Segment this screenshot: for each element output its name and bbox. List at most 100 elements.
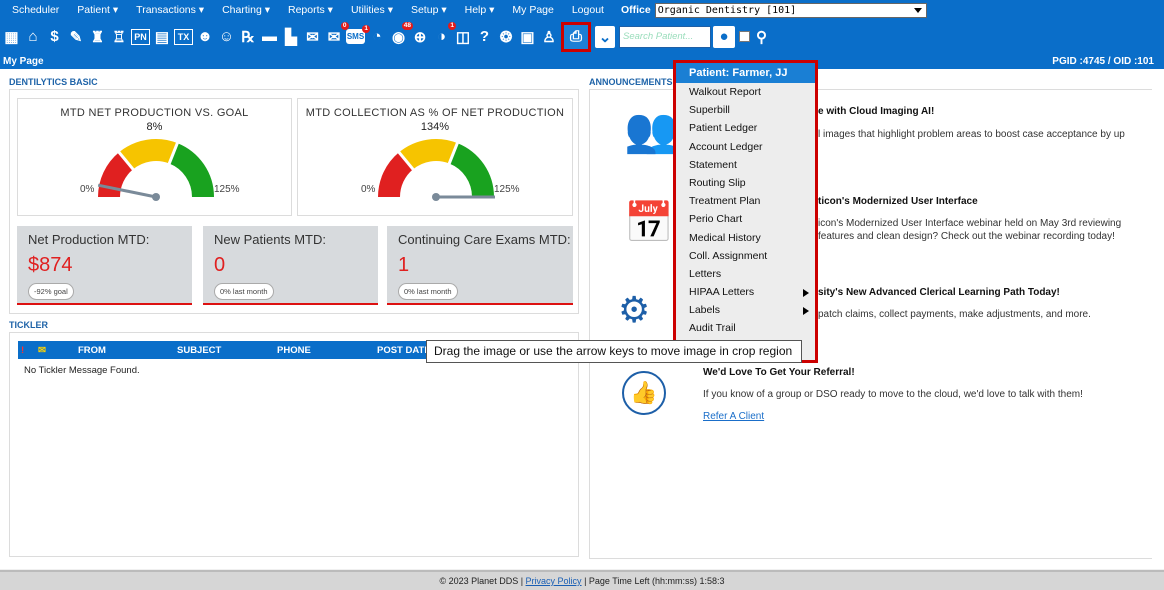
tickler-empty-message: No Tickler Message Found. [24, 365, 140, 376]
clock-icon[interactable]: ◔ [368, 26, 387, 48]
dd-account-ledger[interactable]: Account Ledger [676, 138, 815, 156]
dd-patient-ledger[interactable]: Patient Ledger [676, 119, 815, 137]
menu-reports[interactable]: Reports ▾ [279, 4, 342, 16]
menu-my-page[interactable]: My Page [503, 4, 562, 16]
dd-walkout-report[interactable]: Walkout Report [676, 83, 815, 101]
announcement-heading: ticon's Modernized User Interface [818, 196, 978, 207]
privacy-policy-link[interactable]: Privacy Policy [526, 576, 582, 586]
stat-net-production: Net Production MTD: $874 -92% goal [17, 226, 192, 305]
gauge-collection: MTD COLLECTION AS % OF NET PRODUCTION 13… [297, 98, 573, 216]
stat-pill: -92% goal [28, 283, 74, 300]
menu-scheduler[interactable]: Scheduler [0, 4, 68, 16]
dd-treatment-plan[interactable]: Treatment Plan [676, 192, 815, 210]
menu-utilities[interactable]: Utilities ▾ [342, 4, 402, 16]
announcement-heading: We'd Love To Get Your Referral! [703, 367, 855, 378]
submenu-arrow-icon [803, 289, 809, 298]
expand-down-icon[interactable]: ⌄ [595, 25, 615, 48]
report-icon[interactable]: ▣ [518, 26, 537, 48]
calendar-icon[interactable]: ▦ [2, 26, 21, 48]
people-icon[interactable]: ♙ [540, 26, 559, 48]
treatment-icon[interactable]: TX [174, 28, 193, 45]
announcement-text: l images that highlight problem areas to… [818, 129, 1125, 140]
sms-icon[interactable]: SMS 1 [346, 25, 370, 44]
prescription-icon[interactable]: ℞ [239, 26, 258, 48]
dd-item-label: Labels [689, 304, 720, 317]
user-search-icon[interactable]: ● [713, 25, 735, 48]
dd-routing-slip[interactable]: Routing Slip [676, 174, 815, 192]
dd-letters[interactable]: Letters [676, 265, 815, 283]
gauge-hub [152, 193, 160, 201]
network-icon[interactable]: ⊕ [411, 26, 430, 48]
search-checkbox[interactable] [739, 31, 750, 42]
globe-icon[interactable]: ◉ 48 [389, 21, 413, 48]
insurance-icon[interactable]: ◑ 1 [432, 21, 456, 48]
menu-patient[interactable]: Patient ▾ [68, 4, 127, 16]
announcement-1: e with Cloud Imaging AI! l images that h… [818, 106, 1125, 140]
search-patient-input[interactable]: Search Patient... [619, 25, 711, 48]
dd-perio-chart[interactable]: Perio Chart [676, 210, 815, 228]
home-icon[interactable]: ⌂ [24, 26, 43, 48]
col-subject[interactable]: SUBJECT [177, 345, 221, 356]
letters-icon[interactable]: ✉ 0 [325, 21, 349, 48]
menu-transactions[interactable]: Transactions ▾ [127, 4, 213, 16]
dd-medical-history[interactable]: Medical History [676, 229, 815, 247]
dd-coll-assignment[interactable]: Coll. Assignment [676, 247, 815, 265]
dollar-icon[interactable]: $ [45, 26, 64, 48]
menu-charting[interactable]: Charting ▾ [213, 4, 279, 16]
stat-label: Net Production MTD: [28, 232, 150, 247]
dd-audit-trail[interactable]: Audit Trail [676, 319, 815, 337]
dd-statement[interactable]: Statement [676, 156, 815, 174]
announcement-3: sity's New Advanced Clerical Learning Pa… [818, 287, 1091, 320]
thumbs-up-icon: 👍 [622, 371, 666, 415]
dd-item-label: HIPAA Letters [689, 286, 755, 299]
icon-toolbar: ▦ ⌂ $ ✎ ♜ ♖ PN ▤ TX ☻ ☺ ℞ ▬ ▙ ✉ ✉ 0 SMS 1 … [0, 20, 1164, 53]
stat-label: Continuing Care Exams MTD: [398, 232, 571, 247]
gauge-title: MTD COLLECTION AS % OF NET PRODUCTION [305, 107, 565, 119]
dd-superbill[interactable]: Superbill [676, 101, 815, 119]
announcement-2: ticon's Modernized User Interface icon's… [818, 196, 1121, 242]
schedule-grid-icon[interactable]: ▤ [153, 26, 172, 48]
office-select[interactable]: Organic Dentistry [101] [654, 2, 927, 18]
calendar-check-icon: 📅 [624, 201, 674, 245]
form-icon[interactable]: ▬ [260, 26, 279, 48]
dd-hipaa-letters[interactable]: HIPAA Letters [676, 283, 815, 301]
teeth-chart-icon[interactable]: ♖ [110, 26, 129, 48]
col-from[interactable]: FROM [78, 345, 106, 356]
family-icon[interactable]: ☻ [196, 26, 215, 48]
stat-label: New Patients MTD: [214, 232, 326, 247]
stat-pill: 0% last month [214, 283, 274, 300]
announcement-heading: e with Cloud Imaging AI! [818, 106, 935, 117]
menu-logout[interactable]: Logout [563, 4, 613, 16]
dd-labels[interactable]: Labels [676, 301, 815, 319]
col-post-date[interactable]: POST DATE [377, 345, 431, 356]
col-phone[interactable]: PHONE [277, 345, 311, 356]
menu-setup[interactable]: Setup ▾ [402, 4, 456, 16]
document-icon[interactable]: ▙ [282, 26, 301, 48]
main-menu-bar: Scheduler Patient ▾ Transactions ▾ Chart… [0, 0, 1164, 20]
tooth-icon[interactable]: ♜ [88, 26, 107, 48]
mail-column-icon: ✉ [38, 345, 46, 356]
gauge-segment [378, 152, 414, 198]
tickler-title: TICKLER [9, 320, 48, 330]
group-settings-icon[interactable]: ☺ [217, 26, 236, 48]
refer-client-link[interactable]: Refer A Client [703, 411, 1083, 422]
pencil-icon[interactable]: ✎ [67, 26, 86, 48]
progress-notes-icon[interactable]: PN [131, 28, 150, 45]
announcement-text-2: features and clean design? Check out the… [818, 231, 1115, 242]
stat-continuing-care: Continuing Care Exams MTD: 1 0% last mon… [387, 226, 573, 305]
mail-icon[interactable]: ✉ [303, 26, 322, 48]
help-icon[interactable]: ? [475, 26, 494, 48]
crop-tooltip: Drag the image or use the arrow keys to … [426, 340, 802, 363]
footer-time: | Page Time Left (hh:mm:ss) 1:58:3 [584, 576, 725, 586]
window-icon[interactable]: ◫ [454, 26, 473, 48]
team-icon: 👥 [624, 106, 679, 155]
menu-help[interactable]: Help ▾ [456, 4, 504, 16]
gauge-segment [168, 143, 214, 198]
gauge-title: MTD NET PRODUCTION VS. GOAL [60, 107, 249, 119]
print-icon[interactable]: ⎙ [561, 21, 591, 52]
office-select-value: Organic Dentistry [101] [657, 4, 797, 16]
office-label: Office [620, 4, 651, 16]
advanced-search-icon[interactable]: ⚲ [752, 26, 771, 48]
settings-globe-icon[interactable]: ❂ [497, 26, 516, 48]
page-scrollbar[interactable] [1152, 69, 1164, 569]
